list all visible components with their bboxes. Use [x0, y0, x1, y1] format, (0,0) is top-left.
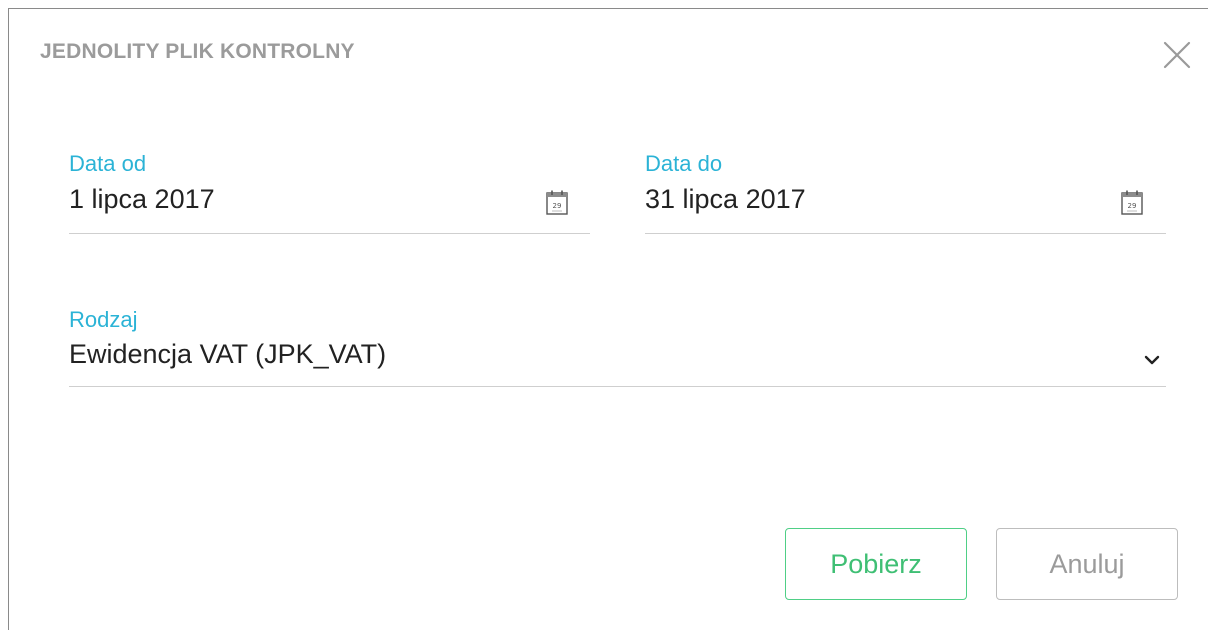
date-from-underline	[69, 233, 590, 234]
type-value[interactable]: Ewidencja VAT (JPK_VAT)	[69, 339, 386, 370]
type-select[interactable]: Rodzaj Ewidencja VAT (JPK_VAT)	[69, 307, 1166, 387]
date-from-field[interactable]: Data od 1 lipca 2017 29	[69, 151, 590, 234]
date-to-value[interactable]: 31 lipca 2017	[645, 184, 806, 215]
calendar-icon[interactable]: 29	[1121, 189, 1143, 215]
jpk-dialog: JEDNOLITY PLIK KONTROLNY Data od 1 lipca…	[8, 8, 1208, 630]
type-label: Rodzaj	[69, 307, 138, 332]
svg-text:29: 29	[553, 202, 562, 210]
close-button[interactable]	[1159, 37, 1195, 73]
close-icon	[1163, 41, 1191, 69]
date-to-underline	[645, 233, 1166, 234]
date-to-label: Data do	[645, 151, 723, 176]
date-from-value[interactable]: 1 lipca 2017	[69, 184, 215, 215]
type-underline	[69, 386, 1166, 387]
date-to-field[interactable]: Data do 31 lipca 2017 29	[645, 151, 1166, 234]
dialog-title: JEDNOLITY PLIK KONTROLNY	[40, 40, 355, 63]
svg-text:29: 29	[1128, 202, 1137, 210]
date-from-label: Data od	[69, 151, 147, 176]
download-button[interactable]: Pobierz	[785, 528, 967, 600]
cancel-button[interactable]: Anuluj	[996, 528, 1178, 600]
chevron-down-icon[interactable]	[1143, 354, 1161, 366]
calendar-icon[interactable]: 29	[546, 189, 568, 215]
